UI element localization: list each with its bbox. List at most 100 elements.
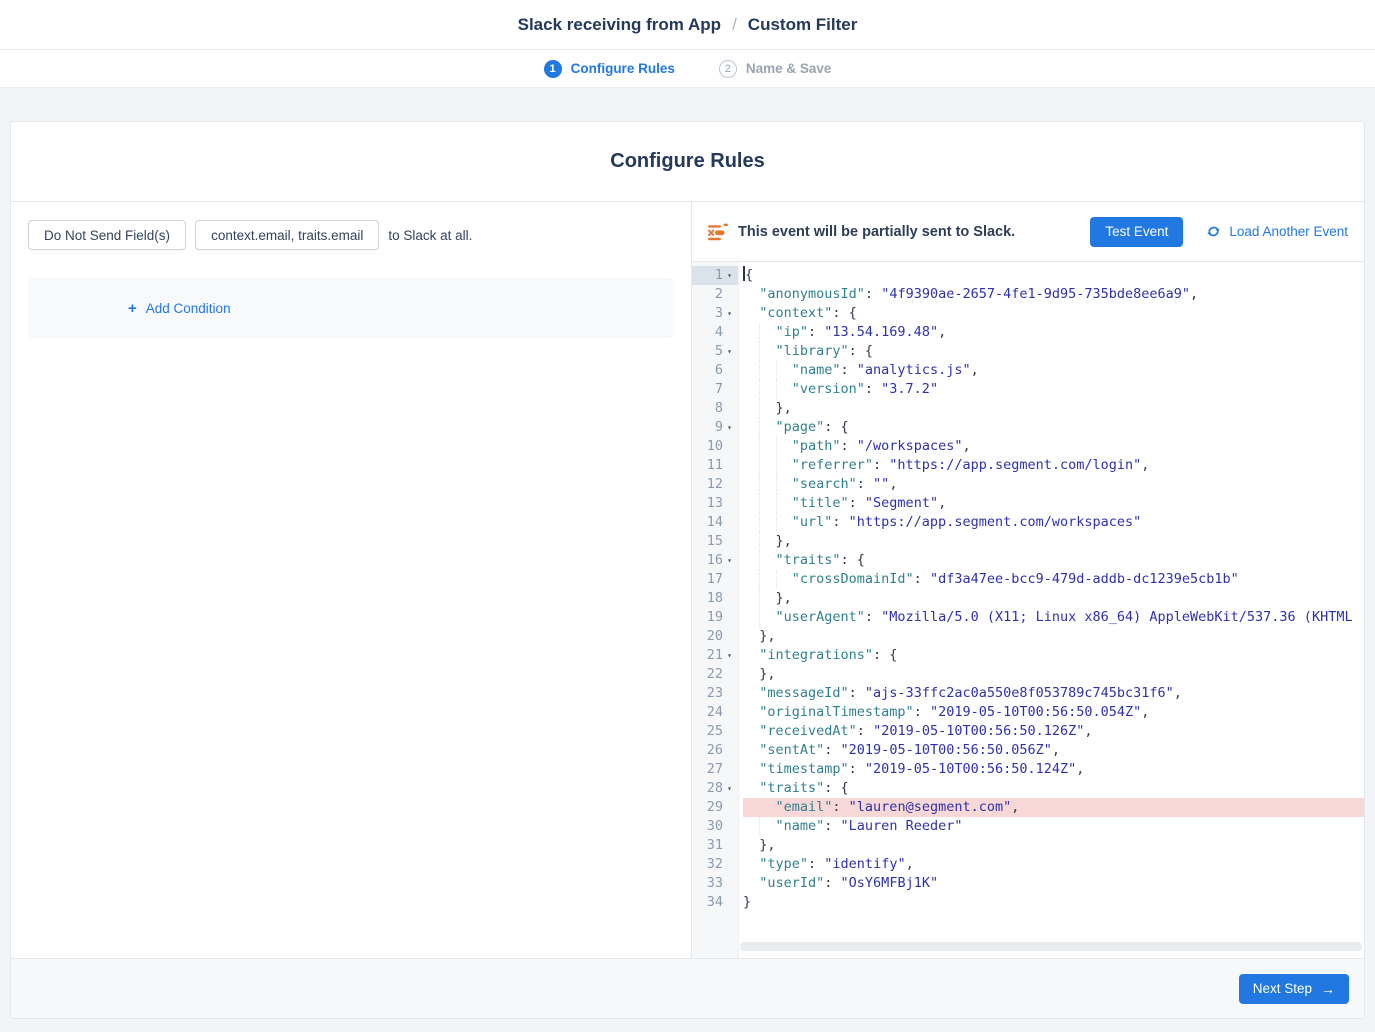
gutter-line: 8	[692, 399, 738, 418]
steps-bar: 1 Configure Rules 2 Name & Save	[0, 50, 1375, 88]
json-punctuation: ,	[1076, 761, 1084, 777]
breadcrumb-separator: /	[732, 15, 737, 35]
indent-guide	[776, 361, 792, 380]
indent-guide	[743, 760, 759, 779]
line-number: 31	[707, 836, 723, 855]
fold-arrow-icon[interactable]: ▾	[723, 551, 736, 570]
indent-guide	[776, 380, 792, 399]
code-line: "url": "https://app.segment.com/workspac…	[743, 513, 1364, 532]
code-line: "originalTimestamp": "2019-05-10T00:56:5…	[743, 703, 1364, 722]
json-punctuation: },	[776, 400, 792, 416]
indent-guide	[759, 342, 775, 361]
json-punctuation: ,	[1011, 799, 1019, 815]
json-key: "traits"	[759, 780, 824, 796]
step-2-label: Name & Save	[746, 61, 832, 76]
line-number: 24	[707, 703, 723, 722]
indent-guide	[743, 722, 759, 741]
load-another-event-button[interactable]: Load Another Event	[1206, 224, 1348, 239]
json-key: "title"	[792, 495, 849, 511]
rule-row: Do Not Send Field(s) context.email, trai…	[28, 220, 691, 250]
gutter-line: 24	[692, 703, 738, 722]
indent-guide	[743, 684, 759, 703]
fold-arrow-icon[interactable]: ▾	[723, 418, 736, 437]
json-key: "name"	[776, 818, 825, 834]
editor-horizontal-scrollbar[interactable]	[740, 942, 1362, 951]
line-number: 21	[707, 646, 723, 665]
json-string-value: "https://app.segment.com/login"	[889, 457, 1141, 473]
step-configure-rules[interactable]: 1 Configure Rules	[544, 60, 675, 78]
json-string-value: "ajs-33ffc2ac0a550e8f053789c745bc31f6"	[865, 685, 1174, 701]
gutter-line: 30	[692, 817, 738, 836]
line-number: 2	[715, 285, 723, 304]
indent-guide	[759, 361, 775, 380]
next-step-label: Next Step	[1253, 981, 1312, 996]
code-line: },	[743, 665, 1364, 684]
add-condition-button[interactable]: + Add Condition	[128, 301, 231, 316]
json-punctuation: :	[873, 457, 889, 473]
indent-guide	[743, 551, 759, 570]
fold-arrow-icon[interactable]: ▾	[723, 646, 736, 665]
breadcrumb-destination[interactable]: Slack receiving from App	[518, 15, 721, 35]
json-punctuation: ,	[1084, 723, 1092, 739]
indent-guide	[776, 513, 792, 532]
editor-code[interactable]: {"anonymousId": "4f9390ae-2657-4fe1-9d95…	[739, 262, 1364, 958]
indent-guide	[743, 494, 759, 513]
indent-guide	[743, 437, 759, 456]
step-name-save[interactable]: 2 Name & Save	[719, 60, 832, 78]
json-key: "search"	[792, 476, 857, 492]
editor-gutter[interactable]: 1▾23▾45▾6789▾10111213141516▾1718192021▾2…	[692, 262, 739, 958]
indent-guide	[743, 703, 759, 722]
json-string-value: "/workspaces"	[857, 438, 963, 454]
rule-action-button[interactable]: Do Not Send Field(s)	[28, 220, 186, 250]
json-punctuation: ,	[938, 495, 946, 511]
fold-arrow-icon[interactable]: ▾	[723, 266, 736, 285]
json-punctuation: ,	[889, 476, 897, 492]
json-punctuation: ,	[1190, 286, 1198, 302]
gutter-line: 13	[692, 494, 738, 513]
breadcrumb-current: Custom Filter	[748, 15, 858, 35]
code-line: "referrer": "https://app.segment.com/log…	[743, 456, 1364, 475]
json-punctuation: :	[841, 362, 857, 378]
gutter-line: 32	[692, 855, 738, 874]
test-event-button[interactable]: Test Event	[1090, 217, 1183, 247]
code-line: "traits": {	[743, 551, 1364, 570]
fold-arrow-icon[interactable]: ▾	[723, 779, 736, 798]
json-punctuation: : {	[832, 305, 856, 321]
next-step-button[interactable]: Next Step →	[1239, 974, 1349, 1004]
step-1-circle: 1	[544, 60, 562, 78]
arrow-right-icon: →	[1321, 981, 1335, 997]
line-number: 23	[707, 684, 723, 703]
indent-guide	[776, 475, 792, 494]
code-line: },	[743, 532, 1364, 551]
fold-arrow-icon[interactable]: ▾	[723, 304, 736, 323]
card-header: Configure Rules	[11, 122, 1364, 202]
code-line: "integrations": {	[743, 646, 1364, 665]
gutter-line: 15	[692, 532, 738, 551]
event-preview-header: This event will be partially sent to Sla…	[692, 202, 1364, 262]
json-string-value: "https://app.segment.com/workspaces"	[849, 514, 1142, 530]
code-line: "sentAt": "2019-05-10T00:56:50.056Z",	[743, 741, 1364, 760]
code-line: "crossDomainId": "df3a47ee-bcc9-479d-add…	[743, 570, 1364, 589]
gutter-line: 34	[692, 893, 738, 912]
event-preview-panel: This event will be partially sent to Sla…	[691, 202, 1364, 958]
json-string-value: "identify"	[824, 856, 905, 872]
json-editor[interactable]: 1▾23▾45▾6789▾10111213141516▾1718192021▾2…	[692, 262, 1364, 958]
line-number: 30	[707, 817, 723, 836]
json-punctuation: :	[841, 438, 857, 454]
json-punctuation: : {	[849, 343, 873, 359]
json-string-value: "Segment"	[865, 495, 938, 511]
json-key: "traits"	[776, 552, 841, 568]
indent-guide	[743, 342, 759, 361]
line-number: 20	[707, 627, 723, 646]
line-number: 7	[715, 380, 723, 399]
indent-guide	[743, 741, 759, 760]
code-line: "anonymousId": "4f9390ae-2657-4fe1-9d95-…	[743, 285, 1364, 304]
rule-fields-button[interactable]: context.email, traits.email	[195, 220, 379, 250]
indent-guide	[759, 456, 775, 475]
json-punctuation: :	[808, 856, 824, 872]
indent-guide	[759, 798, 775, 817]
add-condition-label: Add Condition	[146, 301, 231, 316]
json-punctuation: ,	[1141, 704, 1149, 720]
fold-arrow-icon[interactable]: ▾	[723, 342, 736, 361]
code-line: "email": "lauren@segment.com",	[743, 798, 1364, 817]
